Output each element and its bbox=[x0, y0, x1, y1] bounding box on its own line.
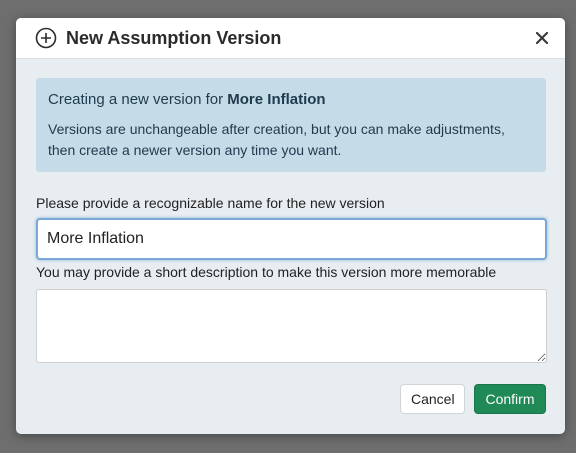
version-description-textarea[interactable] bbox=[36, 289, 547, 363]
description-label: You may provide a short description to m… bbox=[36, 264, 497, 280]
dialog-body: Creating a new version for More Inflatio… bbox=[16, 59, 565, 363]
info-heading: Creating a new version for More Inflatio… bbox=[48, 91, 534, 108]
close-icon bbox=[536, 32, 548, 44]
info-panel: Creating a new version for More Inflatio… bbox=[36, 78, 546, 172]
close-button[interactable] bbox=[533, 29, 551, 47]
info-description: Versions are unchangeable after creation… bbox=[48, 121, 505, 158]
dialog-actions: Cancel Confirm bbox=[400, 384, 546, 414]
dialog-header: New Assumption Version bbox=[16, 18, 565, 59]
info-target-name: More Inflation bbox=[227, 91, 326, 108]
cancel-button[interactable]: Cancel bbox=[400, 384, 465, 414]
info-intro-text: Creating a new version for bbox=[48, 91, 224, 108]
name-label: Please provide a recognizable name for t… bbox=[36, 195, 385, 211]
confirm-button[interactable]: Confirm bbox=[474, 384, 546, 414]
new-version-dialog: New Assumption Version Creating a new ve… bbox=[16, 18, 565, 434]
plus-circle-icon bbox=[35, 27, 57, 49]
version-name-input[interactable] bbox=[36, 218, 547, 260]
dialog-title: New Assumption Version bbox=[66, 27, 282, 48]
